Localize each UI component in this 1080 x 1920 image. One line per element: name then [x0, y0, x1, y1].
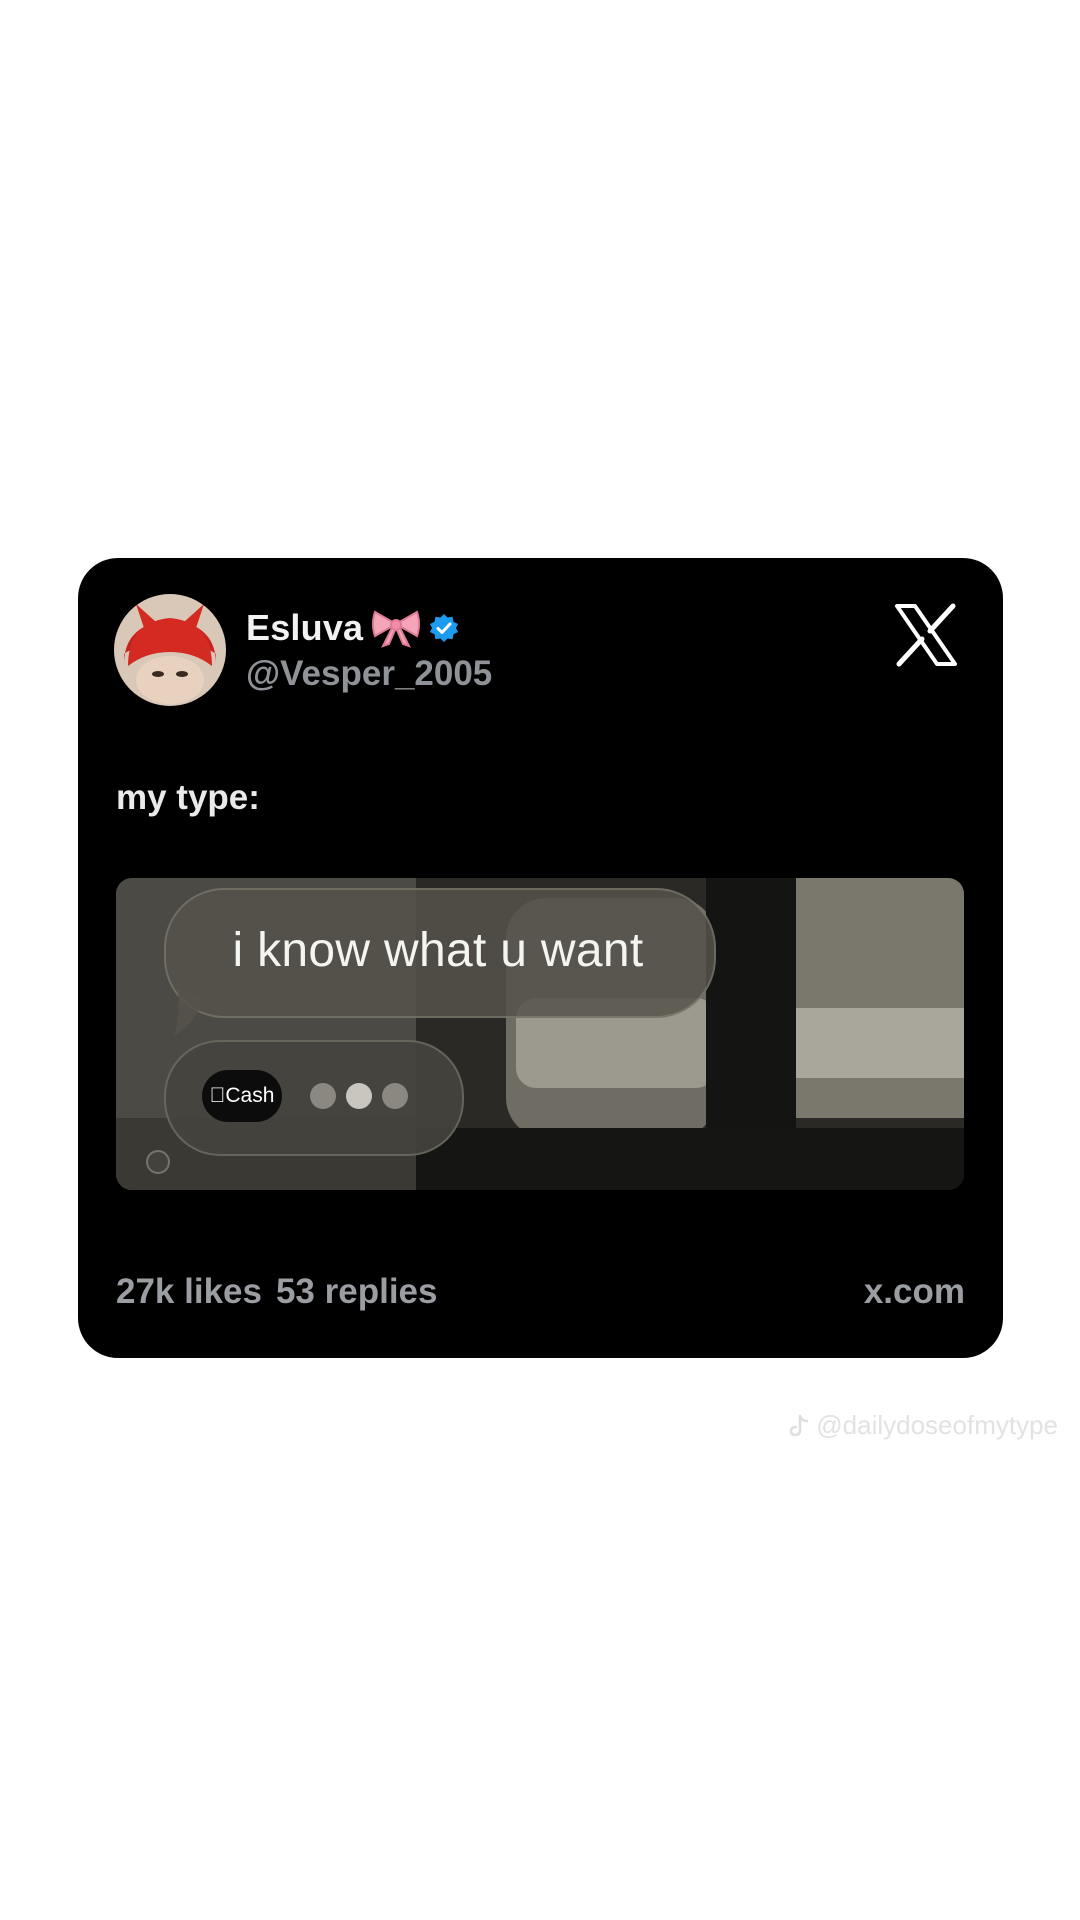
- message-text: i know what u want: [232, 924, 644, 977]
- source-domain[interactable]: x.com: [864, 1272, 965, 1312]
- engagement-stats: 27k likes 53 replies: [116, 1272, 451, 1312]
- handle[interactable]: @Vesper_2005: [246, 654, 492, 694]
- avatar-image: [114, 594, 226, 706]
- author-block: Esluva @Vesper_2005: [246, 606, 492, 694]
- apple-icon: : [210, 1084, 226, 1107]
- display-name[interactable]: Esluva: [246, 607, 363, 649]
- likes-count[interactable]: 27k likes: [116, 1272, 262, 1311]
- typing-dot: [346, 1083, 372, 1109]
- x-logo-icon[interactable]: [893, 602, 959, 668]
- tweet-card[interactable]: Esluva @Vesper_2005 my type: i know what…: [78, 558, 1003, 1358]
- typing-dot: [310, 1083, 336, 1109]
- watermark-text: @dailydoseofmytype: [816, 1410, 1058, 1440]
- tiktok-icon: [788, 1414, 810, 1438]
- verified-badge-icon: [429, 613, 459, 643]
- bow-icon: [371, 608, 421, 648]
- page: Esluva @Vesper_2005 my type: i know what…: [0, 0, 1080, 1920]
- tweet-text: my type:: [116, 778, 260, 817]
- bubble-small-circle: [146, 1150, 170, 1174]
- name-row: Esluva: [246, 606, 492, 650]
- cash-label: Cash: [217, 1084, 274, 1107]
- tweet-media[interactable]: i know what u want Cash: [116, 878, 964, 1190]
- avatar[interactable]: [114, 594, 226, 706]
- apple-cash-badge: Cash: [202, 1070, 282, 1122]
- replies-count[interactable]: 53 replies: [276, 1272, 438, 1311]
- typing-dot: [382, 1083, 408, 1109]
- watermark: @dailydoseofmytype: [788, 1410, 1058, 1441]
